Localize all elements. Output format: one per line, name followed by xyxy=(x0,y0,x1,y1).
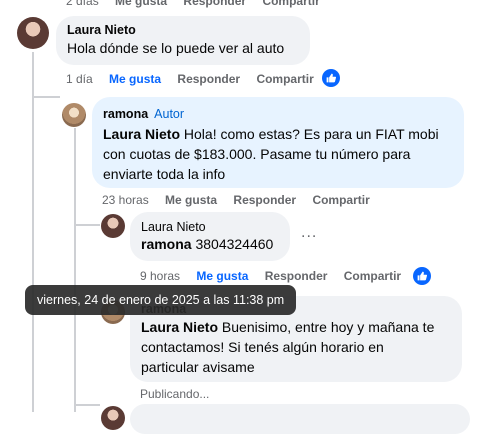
thread-line-branch-2 xyxy=(74,224,100,226)
comment-author[interactable]: Laura Nieto xyxy=(67,23,299,37)
posting-status: Publicando... xyxy=(140,387,210,401)
comment-text: Laura Nieto Hola! como estas? Es para un… xyxy=(103,126,439,182)
mention-link[interactable]: Laura Nieto xyxy=(103,126,180,142)
timestamp-tooltip: viernes, 24 de enero de 2025 a las 11:38… xyxy=(25,285,297,315)
like-button[interactable]: Me gusta xyxy=(165,193,217,207)
reply-button[interactable]: Responder xyxy=(233,193,296,207)
comment-actions: 23 horas Me gusta Responder Compartir xyxy=(102,193,383,207)
like-button[interactable]: Me gusta xyxy=(196,269,248,283)
avatar[interactable] xyxy=(62,103,86,127)
comment-author[interactable]: ramona xyxy=(103,107,148,121)
avatar[interactable] xyxy=(101,214,125,238)
avatar[interactable] xyxy=(17,17,49,49)
like-reaction-icon[interactable] xyxy=(413,267,431,285)
share-button[interactable]: Compartir xyxy=(344,269,401,283)
avatar[interactable] xyxy=(101,406,125,430)
comment-bubble: Laura Nieto ramona 3804324460 xyxy=(130,212,290,261)
previous-reply-button[interactable]: Responder xyxy=(183,0,246,8)
comment-actions: 1 día Me gusta Responder Compartir xyxy=(66,72,327,86)
comment-bubble xyxy=(130,404,470,434)
share-button[interactable]: Compartir xyxy=(312,193,369,207)
comment-author[interactable]: Laura Nieto xyxy=(141,220,279,234)
comment-text: Hola dónde se lo puede ver al auto xyxy=(67,40,285,56)
thread-line-branch-3 xyxy=(74,404,100,406)
thread-line-reply xyxy=(74,128,76,412)
previous-comment-actions: 2 días Me gusta Responder Compartir xyxy=(66,0,333,8)
comment-bubble: ramona Autor Laura Nieto Hola! como estas… xyxy=(92,97,464,188)
previous-like-button[interactable]: Me gusta xyxy=(115,0,167,8)
previous-comment-time[interactable]: 2 días xyxy=(66,0,99,8)
share-button[interactable]: Compartir xyxy=(256,72,313,86)
comment-bubble: Laura Nieto Hola dónde se lo puede ver a… xyxy=(56,16,310,65)
author-badge: Autor xyxy=(154,107,185,121)
comment-time[interactable]: 9 horas xyxy=(140,269,180,283)
thread-line-branch xyxy=(32,96,60,98)
reply-button[interactable]: Responder xyxy=(177,72,240,86)
comment-actions: 9 horas Me gusta Responder Compartir xyxy=(140,269,414,283)
comment-time[interactable]: 1 día xyxy=(66,72,93,86)
comment-text: Laura Nieto Buenisimo, entre hoy y mañan… xyxy=(141,319,435,375)
thread-line-main xyxy=(32,52,34,412)
more-options-button[interactable]: ... xyxy=(301,224,317,242)
mention-link[interactable]: Laura Nieto xyxy=(141,319,218,335)
reply-button[interactable]: Responder xyxy=(265,269,328,283)
mention-link[interactable]: ramona xyxy=(141,236,192,252)
like-button[interactable]: Me gusta xyxy=(109,72,161,86)
comment-text: ramona 3804324460 xyxy=(141,236,274,252)
like-reaction-icon[interactable] xyxy=(322,69,340,87)
previous-share-button[interactable]: Compartir xyxy=(262,0,319,8)
comment-time[interactable]: 23 horas xyxy=(102,193,149,207)
